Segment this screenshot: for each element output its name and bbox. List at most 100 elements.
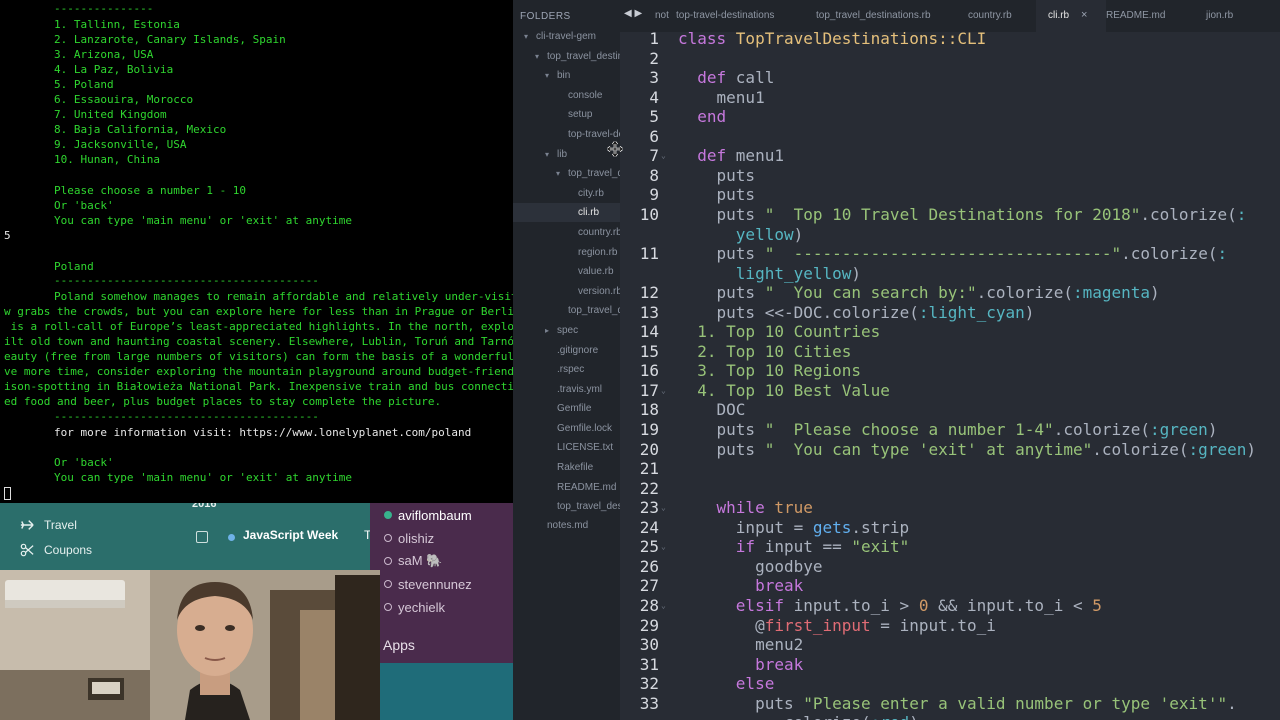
code-line: 12 puts " You can search by:".colorize(:… <box>620 283 1280 303</box>
tree-file[interactable]: country.rb <box>578 223 620 242</box>
apps-header[interactable]: Apps <box>383 637 415 653</box>
close-icon[interactable]: × <box>1081 9 1087 21</box>
line-number[interactable]: 22 <box>620 479 659 499</box>
slack-user[interactable]: yechielk <box>384 597 445 617</box>
line-number[interactable]: 12 <box>620 283 659 303</box>
tree-file[interactable]: .gitignore <box>557 341 598 360</box>
tree-folder[interactable]: top_travel_destinations <box>568 164 620 183</box>
tree-file[interactable]: .travis.yml <box>557 380 602 399</box>
line-number[interactable]: 9 <box>620 185 659 205</box>
line-number[interactable]: 11 <box>620 244 659 264</box>
line-number[interactable]: 25 <box>620 537 659 557</box>
event-checkbox[interactable] <box>196 531 208 543</box>
tree-file[interactable]: Gemfile.lock <box>557 419 612 438</box>
line-number[interactable]: 8 <box>620 166 659 186</box>
line-number[interactable]: 6 <box>620 127 659 147</box>
line-number[interactable]: 24 <box>620 518 659 538</box>
fold-chevron-icon[interactable]: ⌄ <box>661 146 666 166</box>
line-number[interactable]: 10 <box>620 205 659 225</box>
line-number[interactable]: 19 <box>620 420 659 440</box>
line-number[interactable]: 26 <box>620 557 659 577</box>
tab-cli-rb[interactable]: cli.rb <box>1048 10 1069 21</box>
tree-file[interactable]: cli.rb <box>578 203 599 222</box>
fold-chevron-icon[interactable]: ⌄ <box>661 537 666 557</box>
slack-user[interactable]: aviflombaum <box>384 505 472 525</box>
line-number[interactable]: 28 <box>620 596 659 616</box>
line-number[interactable]: 16 <box>620 361 659 381</box>
tab-readme-md[interactable]: README.md <box>1106 10 1165 21</box>
tab-not[interactable]: not <box>655 10 669 21</box>
fold-chevron-icon[interactable]: ⌄ <box>661 498 666 518</box>
tree-file[interactable]: value.rb <box>578 262 614 281</box>
tree-file[interactable]: notes.md <box>547 516 588 535</box>
chevron-down-icon[interactable]: ▾ <box>556 164 560 183</box>
line-number[interactable]: 15 <box>620 342 659 362</box>
tree-file[interactable]: .rspec <box>557 360 584 379</box>
slack-user[interactable]: olishiz <box>384 528 434 548</box>
tab-country-rb[interactable]: country.rb <box>968 10 1012 21</box>
tree-file[interactable]: README.md <box>557 478 616 497</box>
line-number[interactable]: 1 <box>620 29 659 49</box>
line-number[interactable]: 27 <box>620 576 659 596</box>
tree-file[interactable]: Gemfile <box>557 399 591 418</box>
line-number[interactable]: 30 <box>620 635 659 655</box>
tree-file[interactable]: console <box>568 86 602 105</box>
code-text: def menu1 <box>678 146 784 166</box>
slack-users-panel: aviflombaum olishiz saM 🐘 stevennunez ye… <box>370 503 513 720</box>
line-number[interactable]: 20 <box>620 440 659 460</box>
tab-top-travel-destinations[interactable]: top-travel-destinations <box>676 10 774 21</box>
line-number[interactable]: 32 <box>620 674 659 694</box>
tab-nav-arrows[interactable]: ◀ ▶ <box>624 8 642 19</box>
code-editor[interactable]: ◀ ▶ not top-travel-destinations top_travel… <box>620 0 1280 720</box>
tree-folder[interactable]: bin <box>557 66 570 85</box>
slack-user[interactable]: stevennunez <box>384 574 472 594</box>
tree-file[interactable]: region.rb <box>578 243 617 262</box>
slack-nav-coupons[interactable]: Coupons <box>20 540 92 560</box>
line-number[interactable]: 14 <box>620 322 659 342</box>
line-number[interactable]: 33 <box>620 694 659 714</box>
line-number[interactable]: 17 <box>620 381 659 401</box>
line-number[interactable]: 3 <box>620 68 659 88</box>
line-number[interactable]: 2 <box>620 49 659 69</box>
line-number[interactable]: 4 <box>620 88 659 108</box>
line-number[interactable]: 21 <box>620 459 659 479</box>
line-number[interactable]: 18 <box>620 400 659 420</box>
line-number[interactable]: 5 <box>620 107 659 127</box>
terminal-window[interactable]: --------------- 1. Tallinn, Estonia 2. Lan… <box>0 0 513 503</box>
tab-top-travel-destinations-rb[interactable]: top_travel_destinations.rb <box>816 10 931 21</box>
tree-folder[interactable]: top_travel_destinations <box>547 47 620 66</box>
line-number[interactable]: 13 <box>620 303 659 323</box>
tree-file[interactable]: LICENSE.txt <box>557 438 613 457</box>
tree-file[interactable]: city.rb <box>578 184 604 203</box>
tree-file[interactable]: Rakefile <box>557 458 593 477</box>
tree-file[interactable]: top_travel_destinations.gemspec <box>557 497 620 516</box>
tree-folder[interactable]: spec <box>557 321 578 340</box>
code-text: input = gets.strip <box>678 518 909 538</box>
tree-folder[interactable]: cli-travel-gem <box>536 27 596 46</box>
terminal-line: 9. Jacksonville, USA <box>54 138 187 151</box>
slack-nav-travel[interactable]: Travel <box>20 515 77 535</box>
line-number[interactable]: 29 <box>620 616 659 636</box>
code-token: puts <box>678 204 765 224</box>
line-number[interactable]: 31 <box>620 655 659 675</box>
slack-event-panel: 2016 JavaScript Week T <box>172 503 370 570</box>
line-number[interactable]: 7 <box>620 146 659 166</box>
line-number[interactable]: 23 <box>620 498 659 518</box>
tab-jion-rb[interactable]: jion.rb <box>1206 10 1233 21</box>
fold-chevron-icon[interactable]: ⌄ <box>661 596 666 616</box>
chevron-right-icon[interactable]: ▸ <box>545 321 549 340</box>
chevron-down-icon[interactable]: ▾ <box>535 47 539 66</box>
chevron-down-icon[interactable]: ▾ <box>545 66 549 85</box>
code-line: 6 <box>620 127 1280 147</box>
chevron-down-icon[interactable]: ▾ <box>524 27 528 46</box>
fold-chevron-icon[interactable]: ⌄ <box>661 381 666 401</box>
slack-user[interactable]: saM 🐘 <box>384 551 442 571</box>
tree-file[interactable]: top_travel_destinations.rb <box>568 301 620 320</box>
tree-file[interactable]: version.rb <box>578 282 620 301</box>
tree-folder[interactable]: lib <box>557 145 567 164</box>
tree-file[interactable]: setup <box>568 105 592 124</box>
chevron-down-icon[interactable]: ▾ <box>545 145 549 164</box>
event-title[interactable]: JavaScript Week <box>243 528 338 542</box>
event-dot <box>228 534 235 541</box>
